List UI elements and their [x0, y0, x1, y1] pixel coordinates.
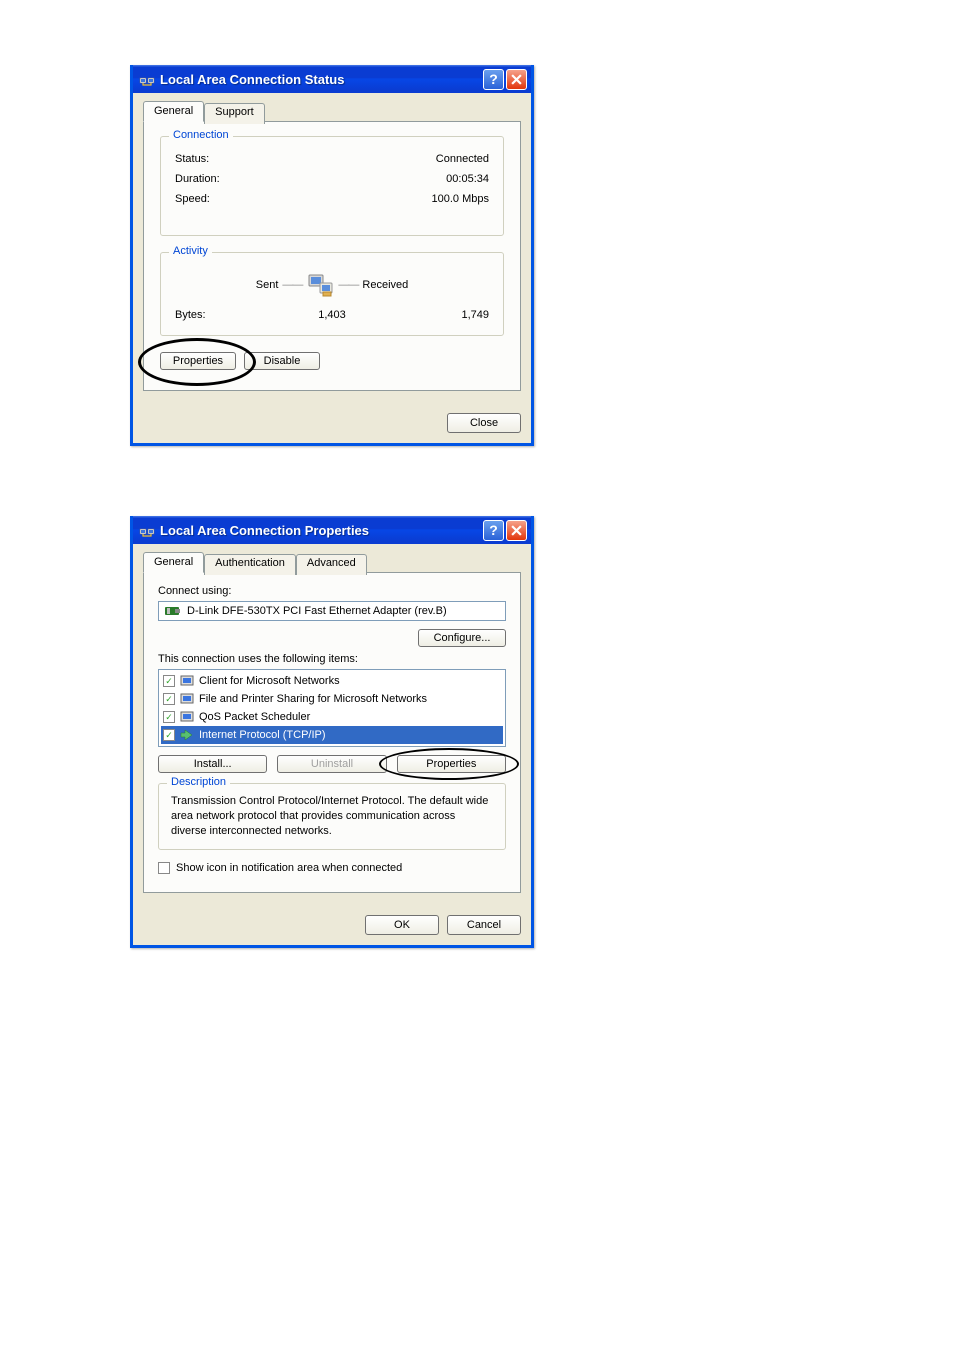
help-button[interactable]: ?	[483, 69, 504, 90]
item-label: QoS Packet Scheduler	[199, 711, 310, 723]
tab-panel: Connection Status: Connected Duration: 0…	[143, 121, 521, 391]
properties-button[interactable]: Properties	[160, 352, 236, 370]
checkbox-icon[interactable]: ✓	[163, 693, 175, 705]
status-dialog: Local Area Connection Status ? General S…	[130, 65, 534, 446]
tab-panel: Connect using: D-Link DFE-530TX PCI Fast…	[143, 572, 521, 893]
tab-row: General Authentication Advanced	[143, 552, 521, 573]
close-icon[interactable]	[506, 520, 527, 541]
checkbox-icon[interactable]: ✓	[163, 711, 175, 723]
bytes-label: Bytes:	[175, 309, 280, 321]
titlebar[interactable]: Local Area Connection Status ?	[133, 65, 531, 93]
show-icon-label: Show icon in notification area when conn…	[176, 862, 402, 874]
duration-label: Duration:	[175, 173, 220, 185]
activity-legend: Activity	[169, 245, 212, 257]
list-item[interactable]: ✓ Internet Protocol (TCP/IP)	[161, 726, 503, 744]
dash: ——	[338, 279, 358, 291]
items-list[interactable]: ✓ Client for Microsoft Networks ✓ File a…	[158, 669, 506, 747]
tab-row: General Support	[143, 101, 521, 122]
checkbox-icon[interactable]: ✓	[158, 862, 170, 874]
titlebar[interactable]: Local Area Connection Properties ?	[133, 516, 531, 544]
speed-value: 100.0 Mbps	[432, 193, 489, 205]
list-item[interactable]: ✓ QoS Packet Scheduler	[161, 708, 503, 726]
properties-dialog: Local Area Connection Properties ? Gener…	[130, 516, 534, 948]
ok-button[interactable]: OK	[365, 915, 439, 935]
titlebar-title: Local Area Connection Properties	[160, 523, 483, 538]
service-icon	[179, 691, 195, 707]
received-bytes: 1,749	[384, 309, 489, 321]
checkbox-icon[interactable]: ✓	[163, 729, 175, 741]
cancel-button[interactable]: Cancel	[447, 915, 521, 935]
tab-general[interactable]: General	[143, 101, 204, 122]
help-button[interactable]: ?	[483, 520, 504, 541]
connect-using-label: Connect using:	[158, 585, 506, 597]
close-button[interactable]: Close	[447, 413, 521, 433]
tab-support[interactable]: Support	[204, 103, 265, 124]
uninstall-button[interactable]: Uninstall	[277, 755, 386, 773]
description-legend: Description	[167, 776, 230, 788]
duration-value: 00:05:34	[446, 173, 489, 185]
tab-authentication[interactable]: Authentication	[204, 554, 296, 575]
items-label: This connection uses the following items…	[158, 653, 506, 665]
status-value: Connected	[436, 153, 489, 165]
checkbox-icon[interactable]: ✓	[163, 675, 175, 687]
protocol-icon	[179, 727, 195, 743]
item-label: Client for Microsoft Networks	[199, 675, 340, 687]
disable-button[interactable]: Disable	[244, 352, 320, 370]
titlebar-title: Local Area Connection Status	[160, 72, 483, 87]
install-button[interactable]: Install...	[158, 755, 267, 773]
item-properties-button[interactable]: Properties	[397, 755, 506, 773]
network-icon	[139, 71, 155, 87]
description-group: Description Transmission Control Protoco…	[158, 783, 506, 850]
configure-button[interactable]: Configure...	[418, 629, 506, 647]
received-label: Received	[362, 279, 408, 291]
item-label: Internet Protocol (TCP/IP)	[199, 729, 326, 741]
activity-pc-icon	[306, 271, 334, 299]
sent-label: Sent	[256, 279, 279, 291]
tab-advanced[interactable]: Advanced	[296, 554, 367, 575]
tab-general[interactable]: General	[143, 552, 204, 573]
service-icon	[179, 709, 195, 725]
connection-group: Connection Status: Connected Duration: 0…	[160, 136, 504, 236]
item-label: File and Printer Sharing for Microsoft N…	[199, 693, 427, 705]
adapter-name: D-Link DFE-530TX PCI Fast Ethernet Adapt…	[187, 605, 447, 617]
nic-icon	[165, 605, 181, 617]
dash: ——	[282, 279, 302, 291]
description-text: Transmission Control Protocol/Internet P…	[171, 794, 493, 839]
list-item[interactable]: ✓ Client for Microsoft Networks	[161, 672, 503, 690]
speed-label: Speed:	[175, 193, 210, 205]
adapter-field[interactable]: D-Link DFE-530TX PCI Fast Ethernet Adapt…	[158, 601, 506, 621]
show-icon-row[interactable]: ✓ Show icon in notification area when co…	[158, 862, 506, 874]
sent-bytes: 1,403	[280, 309, 385, 321]
close-icon[interactable]	[506, 69, 527, 90]
activity-group: Activity Sent ——	[160, 252, 504, 336]
network-icon	[139, 522, 155, 538]
client-icon	[179, 673, 195, 689]
footer: OK Cancel	[133, 903, 531, 945]
connection-legend: Connection	[169, 129, 233, 141]
list-item[interactable]: ✓ File and Printer Sharing for Microsoft…	[161, 690, 503, 708]
status-label: Status:	[175, 153, 209, 165]
footer: Close	[133, 401, 531, 443]
